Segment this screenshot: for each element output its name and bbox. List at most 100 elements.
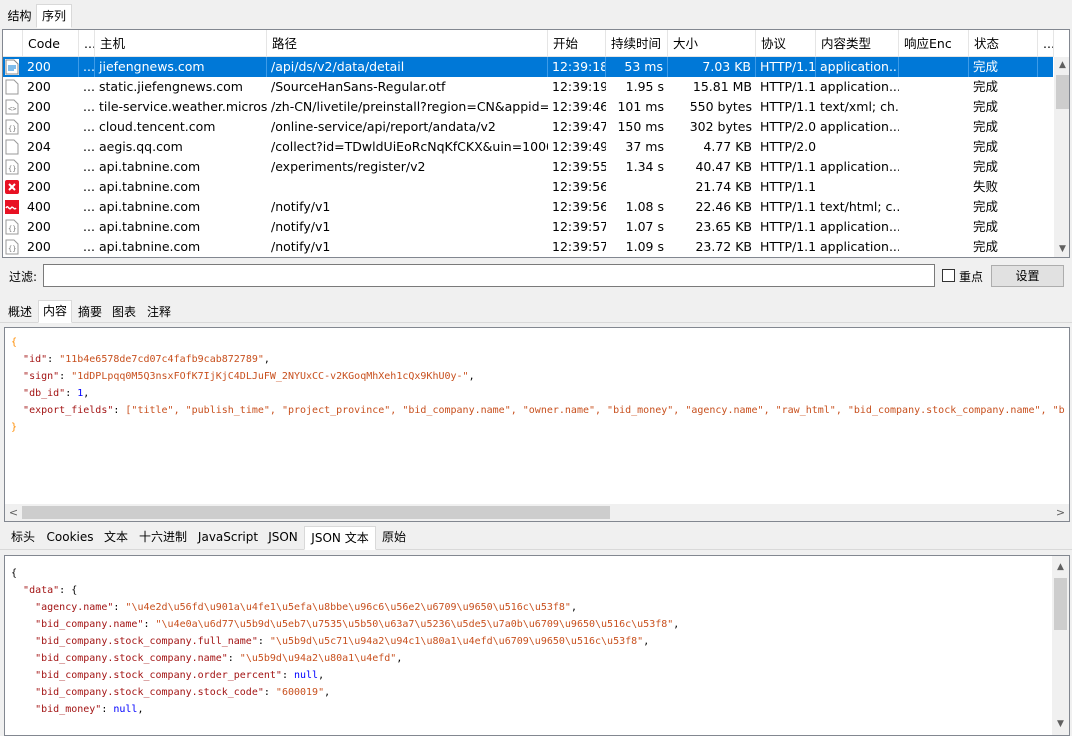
cell-dots: ...: [83, 199, 95, 214]
scroll-down-arrow-icon[interactable]: ▼: [1054, 241, 1069, 257]
cell-code: 200: [23, 57, 79, 77]
json-line: "bid_company.name": "\u4e0a\u6d77\u5b9d\…: [35, 619, 680, 630]
cell-content-type: application...: [820, 239, 899, 254]
json-line: "bid_company.stock_company.full_name": "…: [35, 636, 650, 647]
cell-dots: ...: [83, 119, 95, 134]
tab-text[interactable]: 文本: [100, 527, 132, 547]
svg-text:{}: {}: [8, 225, 16, 233]
settings-button[interactable]: 设置: [991, 265, 1064, 287]
cell-status: 完成: [973, 139, 999, 154]
scroll-left-arrow-icon[interactable]: <: [5, 504, 22, 521]
json-comma: ,: [643, 636, 650, 647]
column-header-content-type[interactable]: 内容类型: [816, 30, 899, 57]
session-row[interactable]: 400... api.tabnine.com/notify/v1 12:39:56 1…: [3, 197, 1053, 217]
session-row[interactable]: 200... static.jiefengnews.com/SourceHanSa…: [3, 77, 1053, 97]
cell-path: /collect?id=TDwldUiEoRcNqKfCKX&uin=1000.…: [271, 139, 548, 154]
json-key: "bid_company.stock_company.order_percent…: [35, 670, 282, 681]
tab-cookies[interactable]: Cookies: [42, 527, 98, 547]
tab-notes[interactable]: 注释: [142, 302, 176, 322]
scroll-up-arrow-icon[interactable]: ▲: [1054, 57, 1069, 74]
json-value: "\u5b9d\u94a2\u80a1\u4efd": [239, 653, 397, 664]
session-row[interactable]: 204... aegis.qq.com/collect?id=TDwldUiEoR…: [3, 137, 1053, 157]
cell-enc: [899, 157, 969, 177]
column-header-dots[interactable]: ...: [79, 30, 95, 57]
cell-protocol: HTTP/1.1: [760, 179, 816, 194]
filter-input[interactable]: [43, 264, 935, 287]
blank-document-icon: [5, 79, 19, 95]
tab-hex[interactable]: 十六进制: [134, 527, 192, 547]
json-value: "1dDPLpqq0M5Q3nsxFOfK7IjKjC4DLJuFW_2NYUx…: [71, 371, 469, 382]
response-scroll-up-arrow-icon[interactable]: ▲: [1052, 559, 1069, 576]
session-row[interactable]: {} 200... cloud.tencent.com/online-service…: [3, 117, 1053, 137]
response-body-viewer[interactable]: { "data": { "agency.name": "\u4e2d\u56fd…: [4, 555, 1070, 736]
response-json-text[interactable]: { "data": { "agency.name": "\u4e2d\u56fd…: [11, 565, 1051, 735]
scroll-right-arrow-icon[interactable]: >: [1052, 504, 1069, 521]
session-row[interactable]: {} 200... api.tabnine.com/notify/v1 12:39:5…: [3, 237, 1053, 257]
document-icon: [5, 59, 19, 75]
tab-json-text[interactable]: JSON 文本: [304, 526, 376, 550]
cell-host: jiefengnews.com: [95, 57, 267, 77]
horizontal-scroll-thumb[interactable]: [22, 506, 610, 519]
tab-headers[interactable]: 标头: [6, 527, 40, 547]
session-row[interactable]: {} 200... api.tabnine.com/experiments/regi…: [3, 157, 1053, 177]
column-header-duration[interactable]: 持续时间: [606, 30, 668, 57]
session-row[interactable]: 200... api.tabnine.com 12:39:56 21.74 KB HTT…: [3, 177, 1053, 197]
request-json-text[interactable]: { "id": "11b4e6578de7cd07c4fafb9cab87278…: [11, 334, 1065, 504]
cell-content-type: application...: [820, 159, 899, 174]
tab-json[interactable]: JSON: [264, 527, 302, 547]
cell-dots: ...: [79, 57, 95, 77]
cell-code: 204: [27, 139, 51, 154]
column-header-more[interactable]: ...: [1038, 30, 1054, 57]
column-header-code[interactable]: Code: [23, 30, 79, 57]
cell-start: 12:39:47: [552, 119, 606, 134]
blank-document-icon: [5, 139, 19, 155]
json-key: "bid_company.name": [35, 619, 144, 630]
cell-code: 200: [27, 179, 51, 194]
cell-code: 200: [27, 239, 51, 254]
json-key: "bid_company.stock_company.stock_code": [35, 687, 264, 698]
cell-protocol: HTTP/2.0: [760, 119, 816, 134]
cell-code: 200: [27, 119, 51, 134]
json-line: "bid_company.stock_company.order_percent…: [35, 670, 325, 681]
json-key: "export_fields": [23, 405, 114, 416]
cell-host: api.tabnine.com: [99, 199, 201, 214]
grid-vertical-scrollbar[interactable]: ▲ ▼: [1054, 57, 1069, 257]
request-body-viewer[interactable]: { "id": "11b4e6578de7cd07c4fafb9cab87278…: [4, 327, 1070, 522]
cell-protocol: HTTP/1.1: [760, 79, 816, 94]
cell-host: api.tabnine.com: [99, 219, 201, 234]
scroll-thumb[interactable]: [1056, 75, 1069, 109]
cell-size: 21.74 KB: [695, 179, 752, 194]
json-comma: ,: [396, 653, 403, 664]
tab-overview[interactable]: 概述: [4, 302, 36, 322]
cell-dots: ...: [83, 139, 95, 154]
cell-size: 302 bytes: [689, 119, 752, 134]
cell-host: cloud.tencent.com: [99, 119, 216, 134]
column-header-start[interactable]: 开始: [548, 30, 606, 57]
tab-chart[interactable]: 图表: [108, 302, 140, 322]
column-header-response-enc[interactable]: 响应Enc: [899, 30, 969, 57]
response-vertical-scrollbar[interactable]: ▲ ▼: [1052, 556, 1069, 735]
session-row[interactable]: 200... jiefengnews.com/api/ds/v2/data/det…: [3, 57, 1053, 77]
json-comma: ,: [137, 704, 144, 715]
column-header-protocol[interactable]: 协议: [756, 30, 816, 57]
request-horizontal-scrollbar[interactable]: < >: [5, 504, 1069, 521]
highlight-checkbox[interactable]: [942, 269, 955, 282]
response-scroll-down-arrow-icon[interactable]: ▼: [1052, 716, 1069, 733]
json-key: "bid_company.stock_company.full_name": [35, 636, 258, 647]
json-line: "bid_company.stock_company.stock_code": …: [35, 687, 331, 698]
tab-summary[interactable]: 摘要: [74, 302, 106, 322]
tab-sequence[interactable]: 序列: [36, 4, 72, 28]
column-header-size[interactable]: 大小: [668, 30, 756, 57]
json-value: null: [113, 704, 138, 715]
column-header-host[interactable]: 主机: [95, 30, 267, 57]
tab-raw[interactable]: 原始: [378, 527, 410, 547]
response-scroll-thumb[interactable]: [1054, 578, 1067, 630]
column-header-status[interactable]: 状态: [969, 30, 1038, 57]
column-header-path[interactable]: 路径: [267, 30, 548, 57]
session-row[interactable]: {} 200... api.tabnine.com/notify/v1 12:39:5…: [3, 217, 1053, 237]
cell-protocol: HTTP/1.1: [760, 239, 816, 254]
tab-content[interactable]: 内容: [38, 300, 72, 323]
tab-structure[interactable]: 结构: [3, 6, 36, 26]
session-row[interactable]: <> 200... tile-service.weather.micros... /z…: [3, 97, 1053, 117]
tab-javascript[interactable]: JavaScript: [194, 527, 262, 547]
